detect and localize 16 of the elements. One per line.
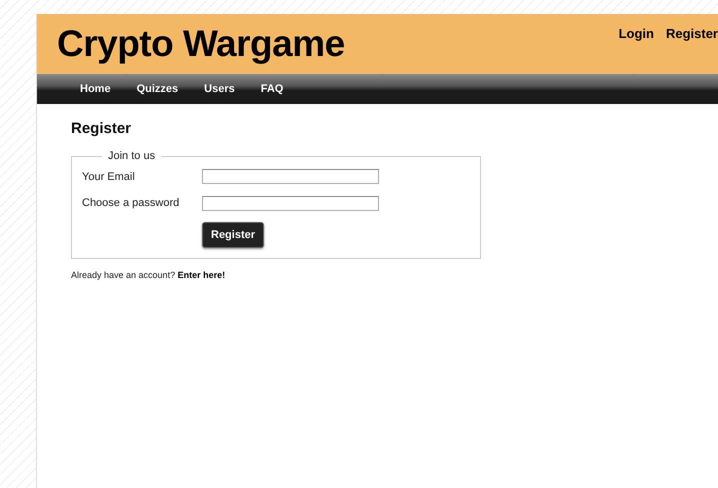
- account-link[interactable]: Register: [666, 24, 718, 44]
- nav-link[interactable]: Users: [191, 80, 248, 98]
- enter-link[interactable]: Enter here!: [178, 270, 226, 280]
- nav-link[interactable]: Home: [67, 80, 124, 98]
- account-link[interactable]: Login: [618, 24, 654, 44]
- field-label: Choose a password: [82, 196, 180, 211]
- fieldset-legend: Join to us: [102, 148, 162, 164]
- page-heading: Register: [71, 120, 132, 138]
- nav-link[interactable]: Quizzes: [124, 80, 192, 98]
- input-field[interactable]: [202, 169, 379, 184]
- site-title: Crypto Wargame: [57, 25, 345, 66]
- nav-link[interactable]: FAQ: [248, 80, 296, 98]
- account-note: Already have an account? Enter here!: [71, 269, 226, 282]
- field-label: Your Email: [82, 170, 136, 184]
- register-button[interactable]: Register: [202, 222, 264, 248]
- input-field[interactable]: [202, 196, 379, 211]
